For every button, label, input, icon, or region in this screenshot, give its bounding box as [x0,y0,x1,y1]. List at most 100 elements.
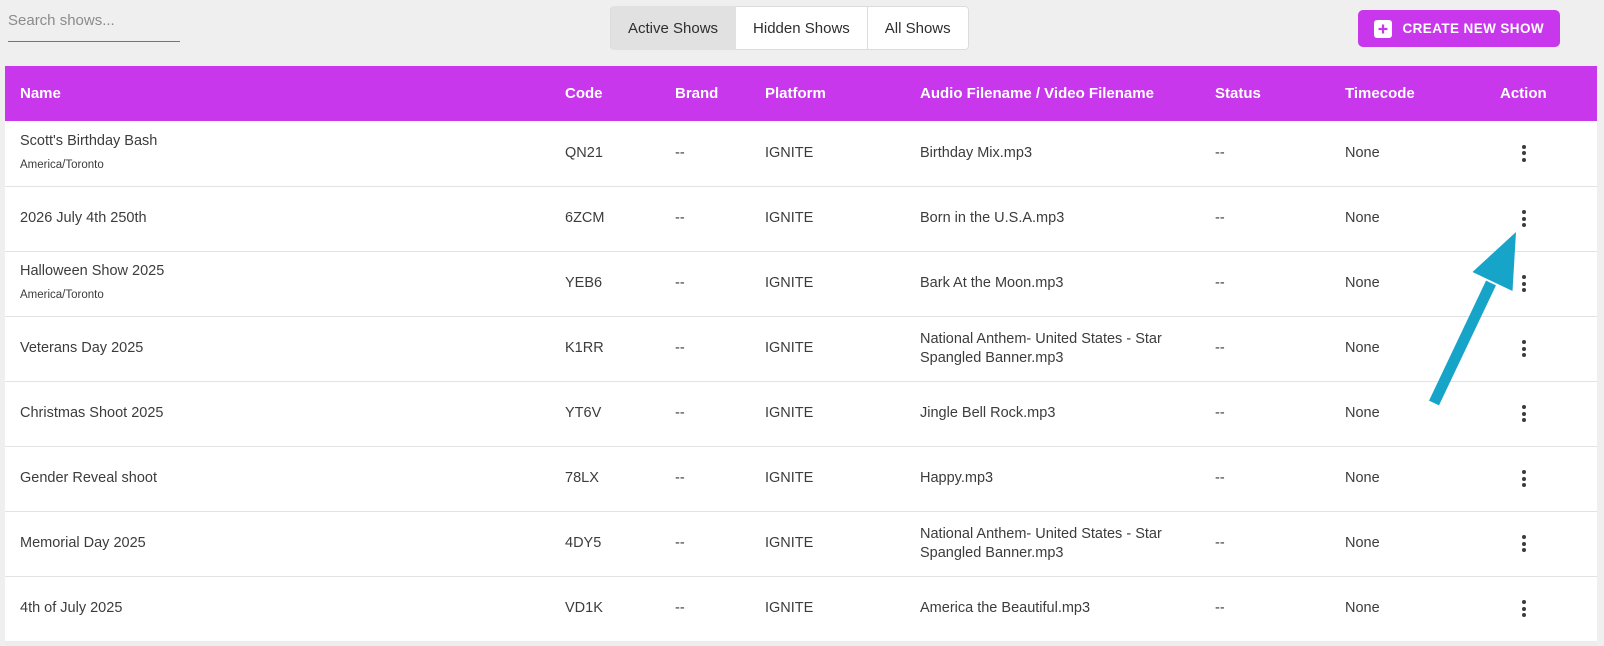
kebab-menu-icon [1522,340,1526,357]
show-timecode: None [1330,381,1485,447]
show-status: -- [1200,186,1330,252]
kebab-menu-icon [1522,210,1526,227]
show-brand: -- [660,316,750,382]
show-action-cell [1485,381,1597,447]
show-timezone: America/Toronto [20,289,104,301]
show-audio: National Anthem- United States - Star Sp… [905,511,1200,577]
show-audio: America the Beautiful.mp3 [905,576,1200,642]
show-brand: -- [660,186,750,252]
show-audio: National Anthem- United States - Star Sp… [905,316,1200,382]
kebab-menu-icon [1522,470,1526,487]
show-status: -- [1200,511,1330,577]
show-audio: Bark At the Moon.mp3 [905,251,1200,317]
show-name: 2026 July 4th 250th [20,210,147,226]
search-field-wrap [8,6,180,42]
show-brand: -- [660,446,750,512]
row-actions-menu-button[interactable] [1506,526,1542,562]
column-header-status: Status [1200,66,1330,121]
table-header-row: Name Code Brand Platform Audio Filename / Vi… [5,66,1597,121]
add-box-icon [1373,19,1392,38]
kebab-menu-icon [1522,405,1526,422]
column-header-code: Code [550,66,660,121]
table-row: Christmas Shoot 2025 YT6V -- IGNITE Jingle B… [5,381,1597,447]
show-audio: Birthday Mix.mp3 [905,121,1200,187]
kebab-menu-icon [1522,600,1526,617]
show-status: -- [1200,316,1330,382]
tab-hidden-shows[interactable]: Hidden Shows [736,6,868,50]
row-actions-menu-button[interactable] [1506,331,1542,367]
show-timecode: None [1330,186,1485,252]
table-row: Gender Reveal shoot 78LX -- IGNITE Happy.mp3… [5,446,1597,512]
show-action-cell [1485,186,1597,252]
show-name-cell: Memorial Day 2025 [5,511,550,577]
kebab-menu-icon [1522,144,1526,162]
show-audio: Born in the U.S.A.mp3 [905,186,1200,252]
shows-table-body: Scott's Birthday Bash America/Toronto QN21… [5,121,1597,642]
kebab-menu-icon [1522,275,1526,292]
row-actions-menu-button[interactable] [1506,201,1542,237]
show-name-cell: Veterans Day 2025 [5,316,550,382]
show-action-cell [1485,251,1597,317]
show-name-cell: Christmas Shoot 2025 [5,381,550,447]
show-action-cell [1485,121,1597,187]
show-platform: IGNITE [750,121,905,187]
tab-all-shows[interactable]: All Shows [867,6,969,50]
show-action-cell [1485,511,1597,577]
show-platform: IGNITE [750,251,905,317]
column-header-platform: Platform [750,66,905,121]
show-timecode: None [1330,446,1485,512]
kebab-menu-icon [1522,535,1526,552]
shows-table: Name Code Brand Platform Audio Filename / Vi… [5,66,1597,646]
show-name-cell: Halloween Show 2025 America/Toronto [5,251,550,317]
create-new-show-button[interactable]: CREATE NEW SHOW [1357,10,1560,47]
show-name-cell: Scott's Birthday Bash America/Toronto [5,121,550,187]
table-row: Memorial Day 2025 4DY5 -- IGNITE National An… [5,511,1597,577]
show-name: 4th of July 2025 [20,600,123,616]
show-name: Halloween Show 2025 [20,263,165,279]
show-brand: -- [660,381,750,447]
show-brand: -- [660,576,750,642]
column-header-audio-filename-video-filename: Audio Filename / Video Filename [905,66,1200,121]
show-timecode: None [1330,121,1485,187]
column-header-name: Name [5,66,550,121]
show-status: -- [1200,446,1330,512]
show-platform: IGNITE [750,316,905,382]
show-code: YEB6 [550,251,660,317]
table-row: 4th of July 2025 VD1K -- IGNITE America the … [5,576,1597,642]
show-name-cell: 4th of July 2025 [5,576,550,642]
show-brand: -- [660,121,750,187]
show-action-cell [1485,576,1597,642]
show-filter-tabs: Active Shows Hidden Shows All Shows [610,6,969,50]
show-name-cell: Gender Reveal shoot [5,446,550,512]
show-code: 4DY5 [550,511,660,577]
row-actions-menu-button[interactable] [1506,591,1542,627]
column-header-brand: Brand [660,66,750,121]
show-code: QN21 [550,121,660,187]
show-action-cell [1485,446,1597,512]
table-row: Scott's Birthday Bash America/Toronto QN21… [5,121,1597,187]
show-action-cell [1485,316,1597,382]
show-code: YT6V [550,381,660,447]
table-row: Halloween Show 2025 America/Toronto YEB6 --… [5,251,1597,317]
show-name: Memorial Day 2025 [20,535,146,551]
row-actions-menu-button[interactable] [1506,461,1542,497]
show-audio: Happy.mp3 [905,446,1200,512]
create-new-show-label: CREATE NEW SHOW [1402,21,1544,36]
show-status: -- [1200,121,1330,187]
show-platform: IGNITE [750,446,905,512]
row-actions-menu-button[interactable] [1506,266,1542,302]
column-header-timecode: Timecode [1330,66,1485,121]
show-audio: Jingle Bell Rock.mp3 [905,381,1200,447]
show-timecode: None [1330,511,1485,577]
show-timecode: None [1330,316,1485,382]
row-actions-menu-button[interactable] [1506,396,1542,432]
show-status: -- [1200,251,1330,317]
show-brand: -- [660,511,750,577]
top-bar: Active Shows Hidden Shows All Shows CREA… [0,0,1604,66]
tab-active-shows[interactable]: Active Shows [610,6,737,50]
table-row: Veterans Day 2025 K1RR -- IGNITE National An… [5,316,1597,382]
row-actions-menu-button[interactable] [1506,135,1542,171]
show-status: -- [1200,576,1330,642]
search-input[interactable] [8,6,180,42]
show-platform: IGNITE [750,186,905,252]
